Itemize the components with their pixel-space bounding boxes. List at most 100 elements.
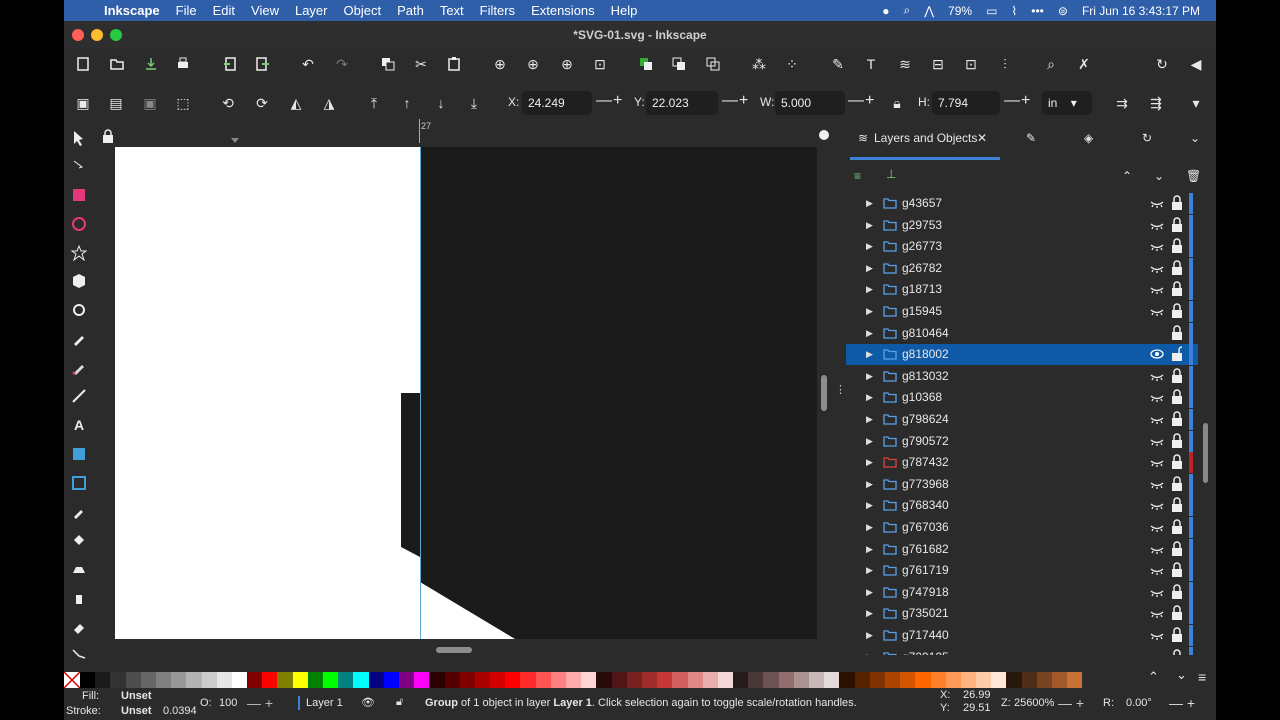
eye-closed-icon[interactable] [1149,585,1165,599]
layer-row[interactable]: ▶ g18713 [846,279,1198,301]
lock-icon[interactable] [1171,389,1183,405]
color-swatch[interactable] [216,672,232,688]
scale-corners-icon[interactable]: ⇶ [1145,92,1167,114]
node-tool-icon[interactable] [68,155,90,177]
move-up-icon[interactable]: ⌃ [1122,169,1132,183]
h-input[interactable]: 7.794 [932,91,1000,115]
menu-edit[interactable]: Edit [213,3,235,18]
stroke-value[interactable]: Unset [121,705,152,717]
layer-name[interactable]: g747918 [902,585,949,599]
eye-closed-icon[interactable] [1149,606,1165,620]
xml-editor-icon[interactable]: ⊟ [927,53,949,75]
opacity-input[interactable]: 100 [219,697,237,709]
layer-row[interactable]: ▶ g747918 [846,581,1198,603]
color-swatch[interactable] [611,672,627,688]
new-sublayer-icon[interactable]: ⊥ [886,167,896,181]
color-swatch[interactable] [323,672,339,688]
color-swatch[interactable] [155,672,172,688]
more-options-icon[interactable]: ▾ [1185,92,1207,114]
lock-icon[interactable] [1171,648,1183,655]
eye-closed-icon[interactable] [1149,369,1165,383]
layer-name[interactable]: g26782 [902,261,942,275]
color-swatch[interactable] [1067,672,1083,688]
color-swatch[interactable] [945,672,961,688]
color-swatch[interactable] [338,672,354,688]
lock-icon[interactable] [1171,195,1183,211]
star-tool-icon[interactable] [68,242,90,264]
color-swatch[interactable] [900,672,916,688]
color-swatch[interactable] [657,672,673,688]
raise-icon[interactable]: ↑ [396,92,418,114]
color-swatch[interactable] [247,672,263,688]
color-swatch[interactable] [854,672,870,688]
deselect-icon[interactable]: ▣ [139,92,161,114]
mesh-tool-icon[interactable] [68,472,90,494]
search-icon[interactable]: ⌕ [903,3,910,18]
close-tab-icon[interactable]: ✕ [977,131,987,145]
lock-icon[interactable] [1171,432,1183,449]
current-layer[interactable]: Layer 1 [306,697,343,709]
copy-icon[interactable] [377,53,399,75]
layer-row[interactable]: ▶ g10368 [846,387,1198,409]
snap-toggle-icon[interactable]: ↻ [1151,53,1173,75]
color-swatch[interactable] [1036,672,1052,688]
new-document-icon[interactable] [72,53,94,75]
color-swatch[interactable] [383,672,399,688]
expand-triangle-icon[interactable]: ▶ [866,436,873,447]
zoom-corner-icon[interactable] [814,125,836,147]
color-swatch[interactable] [763,672,779,688]
import-icon[interactable] [219,53,241,75]
color-swatch[interactable] [490,672,506,688]
menubar-clock[interactable]: Fri Jun 16 3:43:17 PM [1082,4,1200,18]
expand-triangle-icon[interactable]: ▶ [866,328,873,339]
find-icon[interactable]: ⌕ [1040,53,1062,75]
ungroup-icon[interactable]: ⁘ [781,53,803,75]
horizontal-scrollbar[interactable] [436,647,472,653]
color-swatch[interactable] [702,672,718,688]
color-swatch[interactable] [474,672,491,688]
zoom-input[interactable]: 25600% [1014,697,1054,709]
expand-triangle-icon[interactable]: ▶ [866,220,873,231]
expand-triangle-icon[interactable]: ▶ [866,349,873,360]
save-icon[interactable] [140,53,162,75]
layer-row[interactable]: ▶ g761682 [846,538,1198,560]
scale-stroke-icon[interactable]: ⇉ [1111,92,1133,114]
expand-triangle-icon[interactable]: ▶ [866,263,873,274]
rectangle-tool-icon[interactable] [68,184,90,206]
color-swatch[interactable] [596,672,612,688]
horizontal-ruler[interactable]: 27 [114,119,816,143]
move-down-icon[interactable]: ⌄ [1154,169,1164,183]
fill-stroke-icon[interactable]: ✎ [827,53,849,75]
color-swatch[interactable] [95,672,111,688]
palette-scroll-down-icon[interactable]: ⌄ [1176,667,1187,683]
layer-row[interactable]: ▶ g43657 [846,193,1198,214]
ellipse-tool-icon[interactable] [68,213,90,235]
y-input[interactable]: 22.023 [646,91,718,115]
color-swatch[interactable] [626,672,642,688]
cut-icon[interactable]: ✂ [410,53,432,75]
color-swatch[interactable] [535,672,551,688]
expand-triangle-icon[interactable]: ▶ [866,652,873,655]
select-same-icon[interactable]: ⬚ [172,92,194,114]
layer-name[interactable]: g798624 [902,412,949,426]
expand-triangle-icon[interactable]: ▶ [866,522,873,533]
layer-row[interactable]: ▶ g787432 [846,452,1198,474]
delete-icon[interactable]: 🗑︎ [1186,169,1201,183]
panel-menu-chevron-icon[interactable]: ⌄ [1190,131,1200,145]
rotation-input[interactable]: 0.00° [1126,697,1152,709]
eye-closed-icon[interactable] [1149,304,1165,318]
align-distribute-icon[interactable]: ⫶ [994,53,1016,75]
layers-icon[interactable]: ≋ [894,53,916,75]
layer-row[interactable]: ▶ g709125 [846,646,1198,655]
color-swatch[interactable] [550,672,566,688]
rotation-stepper[interactable]: — + [1169,695,1195,711]
color-swatch[interactable] [171,672,187,688]
color-swatch[interactable] [778,672,794,688]
more-icon[interactable]: ••• [1031,4,1044,18]
layer-name[interactable]: g773968 [902,477,949,491]
pencil-tool-icon[interactable] [68,357,90,379]
record-icon[interactable]: ● [882,4,889,18]
color-swatch[interactable] [520,672,536,688]
paint-bucket-tool-icon[interactable] [68,529,90,551]
x-stepper[interactable]: —+ [596,92,623,110]
